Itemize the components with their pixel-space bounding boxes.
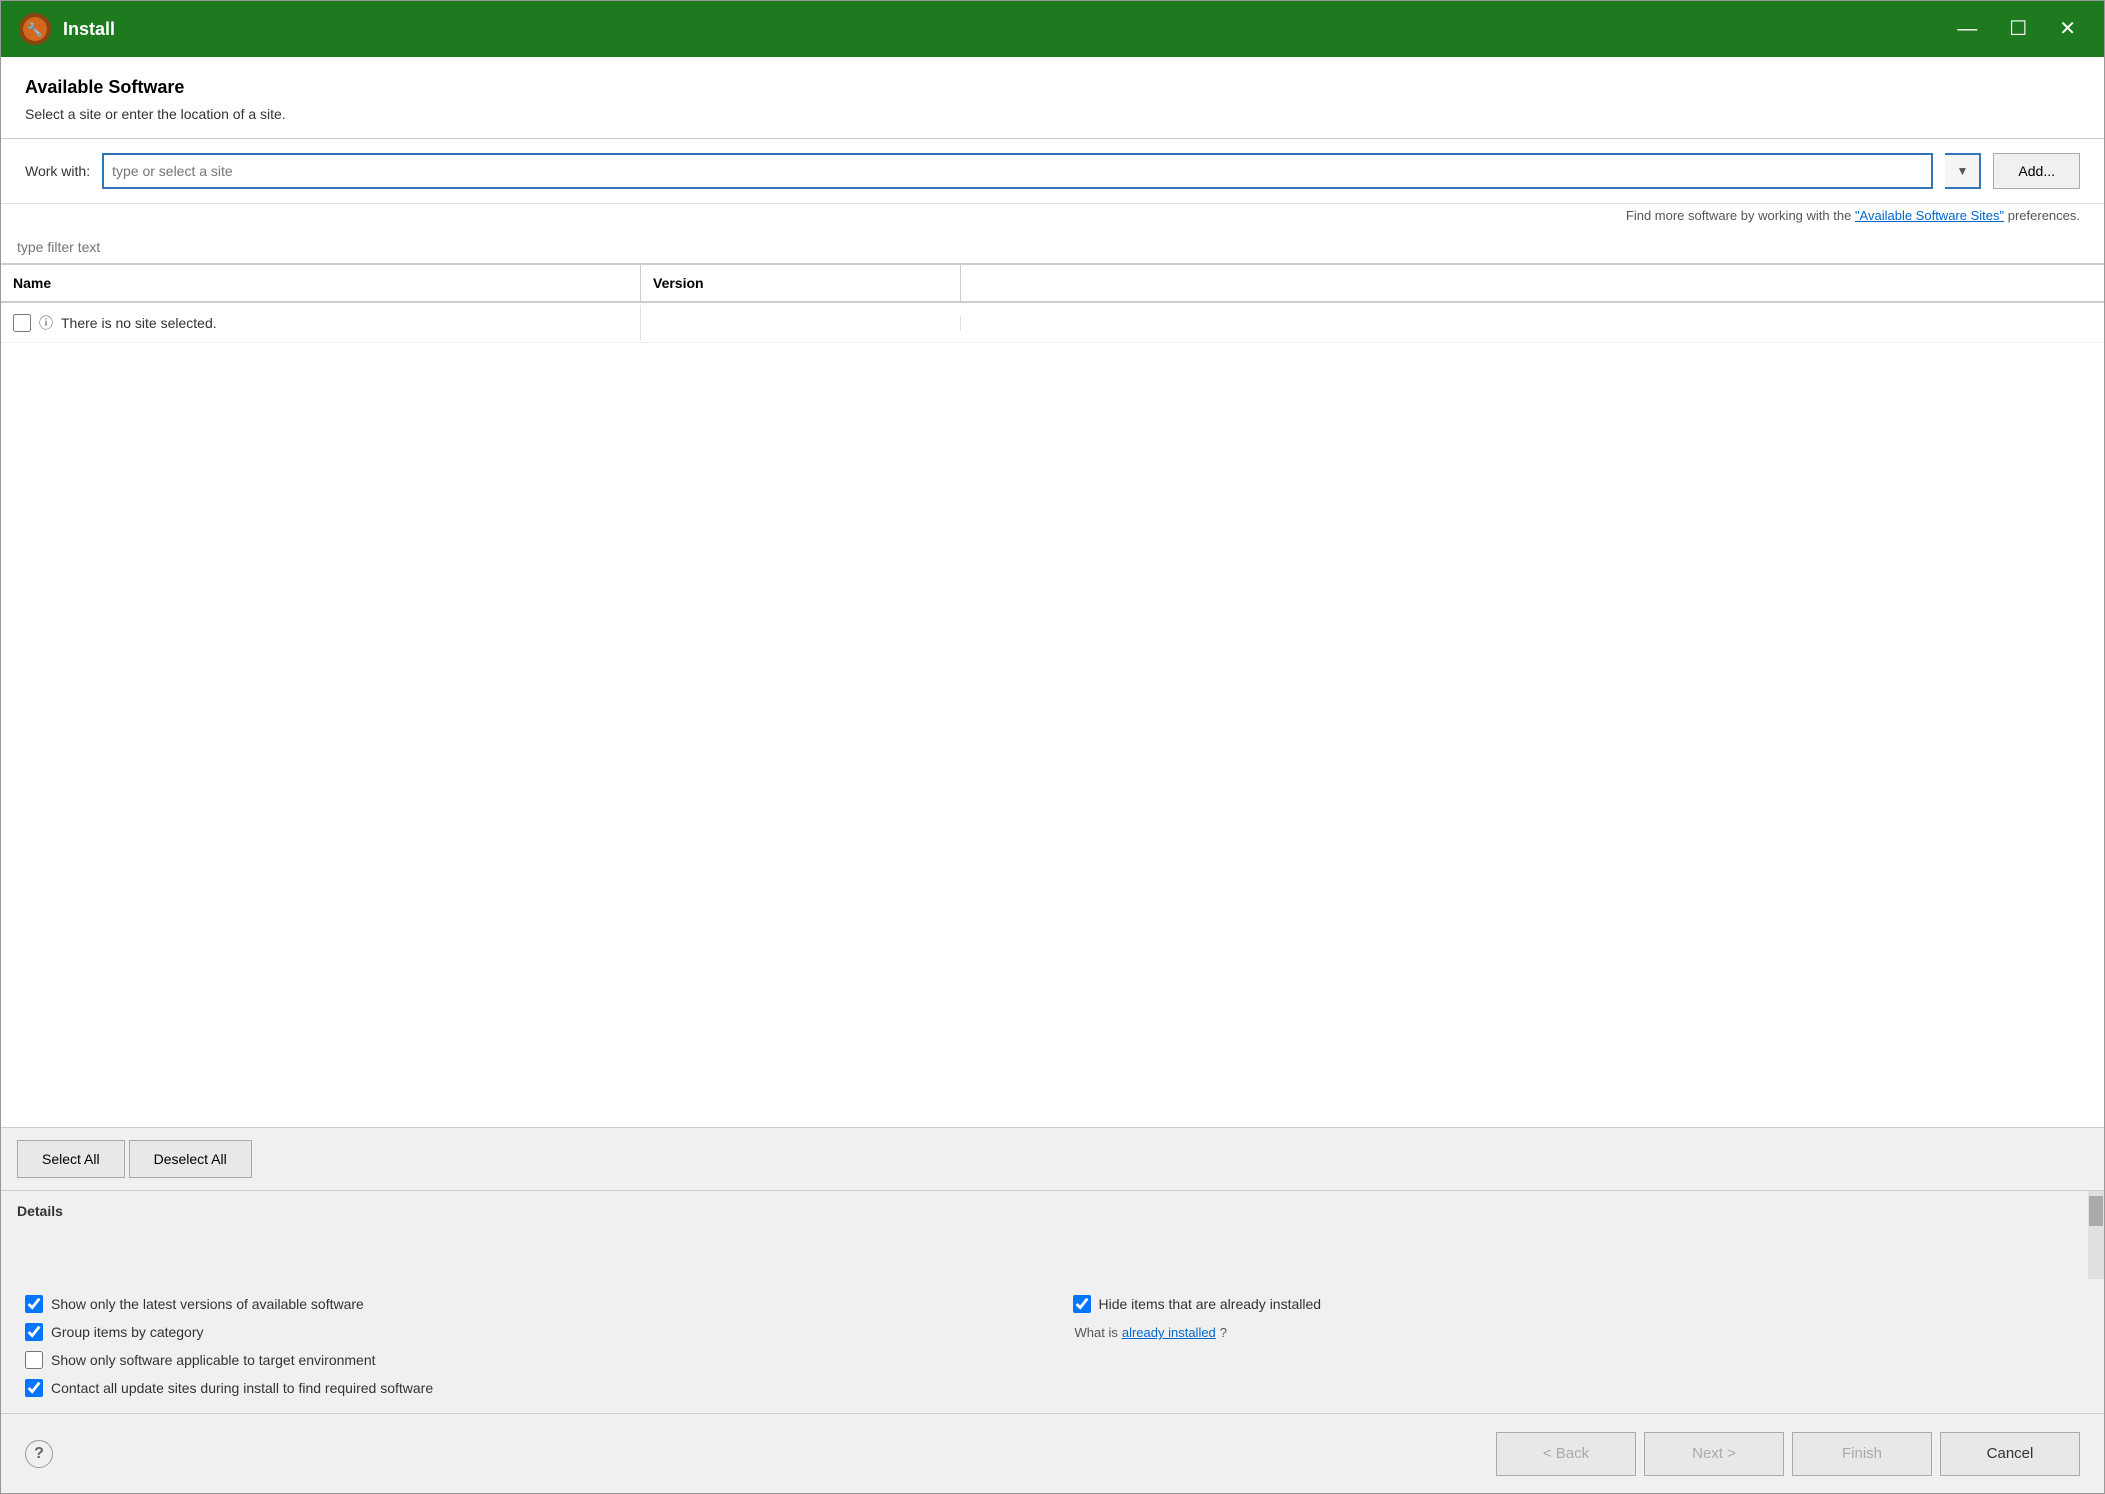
filter-row <box>1 231 2104 264</box>
install-window: 🔧 Install — ☐ ✕ Available Software Selec… <box>0 0 2105 1494</box>
cb-group-by-category[interactable] <box>25 1323 43 1341</box>
deselect-all-button[interactable]: Deselect All <box>129 1140 252 1178</box>
title-bar: 🔧 Install — ☐ ✕ <box>1 1 2104 57</box>
cb-latest-versions-label: Show only the latest versions of availab… <box>51 1296 364 1312</box>
empty-area <box>1 343 2104 693</box>
svg-text:🔧: 🔧 <box>27 21 43 37</box>
selection-buttons-row: Select All Deselect All <box>1 1127 2104 1190</box>
page-title: Available Software <box>25 77 2080 98</box>
footer-section: ? < Back Next > Finish Cancel <box>1 1413 2104 1493</box>
details-section: Details <box>1 1190 2104 1279</box>
row-text: There is no site selected. <box>61 315 217 331</box>
maximize-button[interactable]: ☐ <box>1997 15 2039 43</box>
header-section: Available Software Select a site or ente… <box>1 57 2104 139</box>
checkbox-item-2: Group items by category <box>25 1323 1033 1341</box>
next-button[interactable]: Next > <box>1644 1432 1784 1476</box>
checkbox-item-4: Contact all update sites during install … <box>25 1379 1033 1397</box>
cb-contact-update-sites-label: Contact all update sites during install … <box>51 1380 433 1396</box>
checkboxes-section: Show only the latest versions of availab… <box>1 1279 2104 1413</box>
cb-hide-installed-label: Hide items that are already installed <box>1099 1296 1322 1312</box>
checkbox-item-5: Hide items that are already installed <box>1073 1295 2081 1313</box>
work-with-row: Work with: ▼ Add... <box>1 139 2104 204</box>
checkbox-col-1: Show only the latest versions of availab… <box>25 1295 1033 1397</box>
minimize-button[interactable]: — <box>1945 15 1989 43</box>
add-button[interactable]: Add... <box>1993 153 2080 189</box>
software-table: Name Version ⓘ There is no site selected… <box>1 264 2104 1127</box>
cb-contact-update-sites[interactable] <box>25 1379 43 1397</box>
what-is-text: What is <box>1075 1325 1118 1340</box>
header-subtitle: Select a site or enter the location of a… <box>25 106 2080 122</box>
cb-applicable-only[interactable] <box>25 1351 43 1369</box>
help-button[interactable]: ? <box>25 1440 53 1468</box>
content-area: Available Software Select a site or ente… <box>1 57 2104 1493</box>
details-label: Details <box>17 1203 2088 1219</box>
cb-latest-versions[interactable] <box>25 1295 43 1313</box>
more-software-text-after: preferences. <box>2004 208 2080 223</box>
column-name: Name <box>1 265 641 301</box>
what-is-text-after: ? <box>1220 1325 1227 1340</box>
cb-hide-installed[interactable] <box>1073 1295 1091 1313</box>
already-installed-link[interactable]: already installed <box>1122 1325 1216 1340</box>
filter-input[interactable] <box>17 239 2088 255</box>
column-rest <box>961 265 2104 301</box>
checkbox-grid: Show only the latest versions of availab… <box>25 1295 2080 1397</box>
site-input[interactable] <box>102 153 1933 189</box>
more-software-text: Find more software by working with the <box>1626 208 1855 223</box>
column-version: Version <box>641 265 961 301</box>
details-scrollbar[interactable] <box>2088 1191 2104 1279</box>
cb-group-by-category-label: Group items by category <box>51 1324 204 1340</box>
window-title: Install <box>63 19 1945 40</box>
cb-applicable-only-label: Show only software applicable to target … <box>51 1352 376 1368</box>
footer-buttons: < Back Next > Finish Cancel <box>1496 1432 2080 1476</box>
available-software-sites-link[interactable]: "Available Software Sites" <box>1855 208 2004 223</box>
work-with-label: Work with: <box>25 163 90 179</box>
window-icon: 🔧 <box>17 11 53 47</box>
select-all-button[interactable]: Select All <box>17 1140 125 1178</box>
scrollbar-thumb <box>2089 1196 2103 1226</box>
finish-button[interactable]: Finish <box>1792 1432 1932 1476</box>
what-is-row: What is already installed? <box>1073 1325 2081 1340</box>
checkbox-item-3: Show only software applicable to target … <box>25 1351 1033 1369</box>
more-software-row: Find more software by working with the "… <box>1 204 2104 231</box>
dropdown-arrow[interactable]: ▼ <box>1945 153 1981 189</box>
row-checkbox[interactable] <box>13 314 31 332</box>
back-button[interactable]: < Back <box>1496 1432 1636 1476</box>
details-content <box>17 1227 2088 1267</box>
table-header: Name Version <box>1 265 2104 303</box>
checkbox-item-1: Show only the latest versions of availab… <box>25 1295 1033 1313</box>
window-controls: — ☐ ✕ <box>1945 15 2088 43</box>
checkbox-col-2: Hide items that are already installed Wh… <box>1073 1295 2081 1397</box>
table-row: ⓘ There is no site selected. <box>1 303 2104 343</box>
cancel-button[interactable]: Cancel <box>1940 1432 2080 1476</box>
row-version <box>641 315 961 331</box>
row-icon: ⓘ <box>39 313 53 333</box>
close-button[interactable]: ✕ <box>2047 15 2088 43</box>
